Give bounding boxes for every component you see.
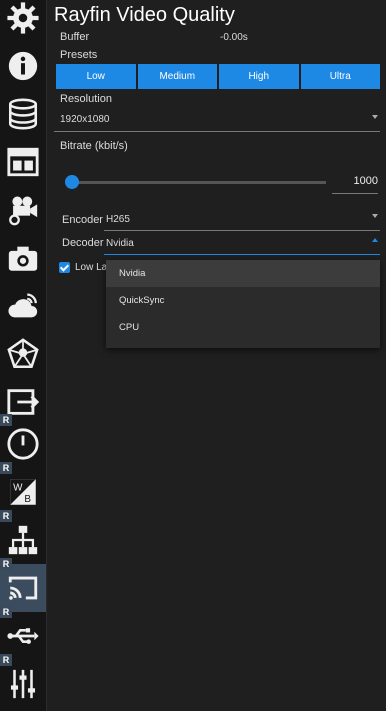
buffer-label: Buffer xyxy=(60,31,90,43)
layout-icon xyxy=(7,147,39,177)
remote-badge: R xyxy=(0,462,12,474)
preset-medium-button[interactable]: Medium xyxy=(137,64,217,89)
sidebar: R R W B R R R R xyxy=(0,0,47,711)
sidebar-item-mixer[interactable]: R xyxy=(0,654,46,708)
info-icon xyxy=(8,51,38,81)
remote-badge: R xyxy=(0,510,12,522)
preset-high-button[interactable]: High xyxy=(219,64,299,89)
bitrate-slider-track[interactable] xyxy=(70,181,326,184)
main-panel: Rayfin Video Quality Buffer -0.00s Prese… xyxy=(54,0,386,711)
camera-icon xyxy=(8,246,38,271)
cloud-icon xyxy=(8,293,38,318)
sidebar-item-usb[interactable]: R xyxy=(0,606,46,660)
remote-badge: R xyxy=(0,414,12,426)
decoder-option-nvidia[interactable]: Nvidia xyxy=(106,260,380,287)
encoder-select[interactable]: H265 xyxy=(104,210,380,231)
sliders-icon xyxy=(10,669,36,699)
resolution-label: Resolution xyxy=(60,93,112,105)
sidebar-item-camera-settings[interactable] xyxy=(0,186,46,234)
sidebar-item-storage[interactable] xyxy=(0,90,46,138)
clock-icon xyxy=(7,428,39,460)
network-pentagon-icon xyxy=(7,338,39,369)
sidebar-item-cloud[interactable] xyxy=(0,282,46,330)
usb-icon xyxy=(7,628,39,644)
presets-label: Presets xyxy=(60,49,98,61)
decoder-label: Decoder xyxy=(62,237,104,249)
low-latency-label: Low Lat xyxy=(75,262,111,273)
gear-icon xyxy=(7,2,39,34)
bitrate-slider-thumb[interactable] xyxy=(65,175,79,189)
preset-low-button[interactable]: Low xyxy=(56,64,136,89)
cast-icon xyxy=(8,576,38,600)
remote-badge: R xyxy=(0,606,12,618)
chevron-down-icon xyxy=(372,214,378,218)
sidebar-item-info[interactable] xyxy=(0,42,46,90)
chevron-up-icon xyxy=(372,238,378,242)
bitrate-label: Bitrate (kbit/s) xyxy=(60,140,128,152)
chevron-down-icon xyxy=(372,115,378,119)
presets-bar: Low Medium High Ultra xyxy=(56,64,380,89)
page-title: Rayfin Video Quality xyxy=(54,4,235,26)
decoder-select[interactable]: Nvidia xyxy=(104,234,380,255)
decoder-value: Nvidia xyxy=(106,238,134,249)
network-hierarchy-icon xyxy=(8,525,38,555)
buffer-value: -0.00s xyxy=(220,32,248,43)
sidebar-item-layout[interactable] xyxy=(0,138,46,186)
remote-badge: R xyxy=(0,654,12,666)
encoder-label: Encoder xyxy=(62,214,103,226)
sidebar-item-schedule[interactable]: R xyxy=(0,414,46,468)
sidebar-item-white-balance[interactable]: R W B xyxy=(0,462,46,516)
database-icon xyxy=(8,98,38,130)
sidebar-item-network[interactable] xyxy=(0,330,46,378)
resolution-select[interactable]: 1920x1080 xyxy=(54,111,380,132)
svg-text:B: B xyxy=(24,494,31,505)
camera-settings-icon xyxy=(9,196,38,226)
preset-ultra-button[interactable]: Ultra xyxy=(300,64,380,89)
sidebar-item-cast[interactable]: R xyxy=(0,558,46,612)
resolution-value: 1920x1080 xyxy=(60,114,110,125)
sidebar-item-snapshot[interactable] xyxy=(0,234,46,282)
bitrate-input[interactable]: 1000 xyxy=(332,175,378,194)
svg-text:W: W xyxy=(13,483,23,494)
encoder-value: H265 xyxy=(106,214,130,225)
sidebar-item-topology[interactable]: R xyxy=(0,510,46,564)
decoder-dropdown: Nvidia QuickSync CPU xyxy=(106,260,380,348)
decoder-option-cpu[interactable]: CPU xyxy=(106,314,380,341)
sidebar-item-settings[interactable] xyxy=(0,0,46,42)
decoder-option-quicksync[interactable]: QuickSync xyxy=(106,287,380,314)
remote-badge: R xyxy=(0,558,12,570)
low-latency-checkbox[interactable] xyxy=(59,262,70,273)
white-balance-icon: W B xyxy=(10,479,36,505)
